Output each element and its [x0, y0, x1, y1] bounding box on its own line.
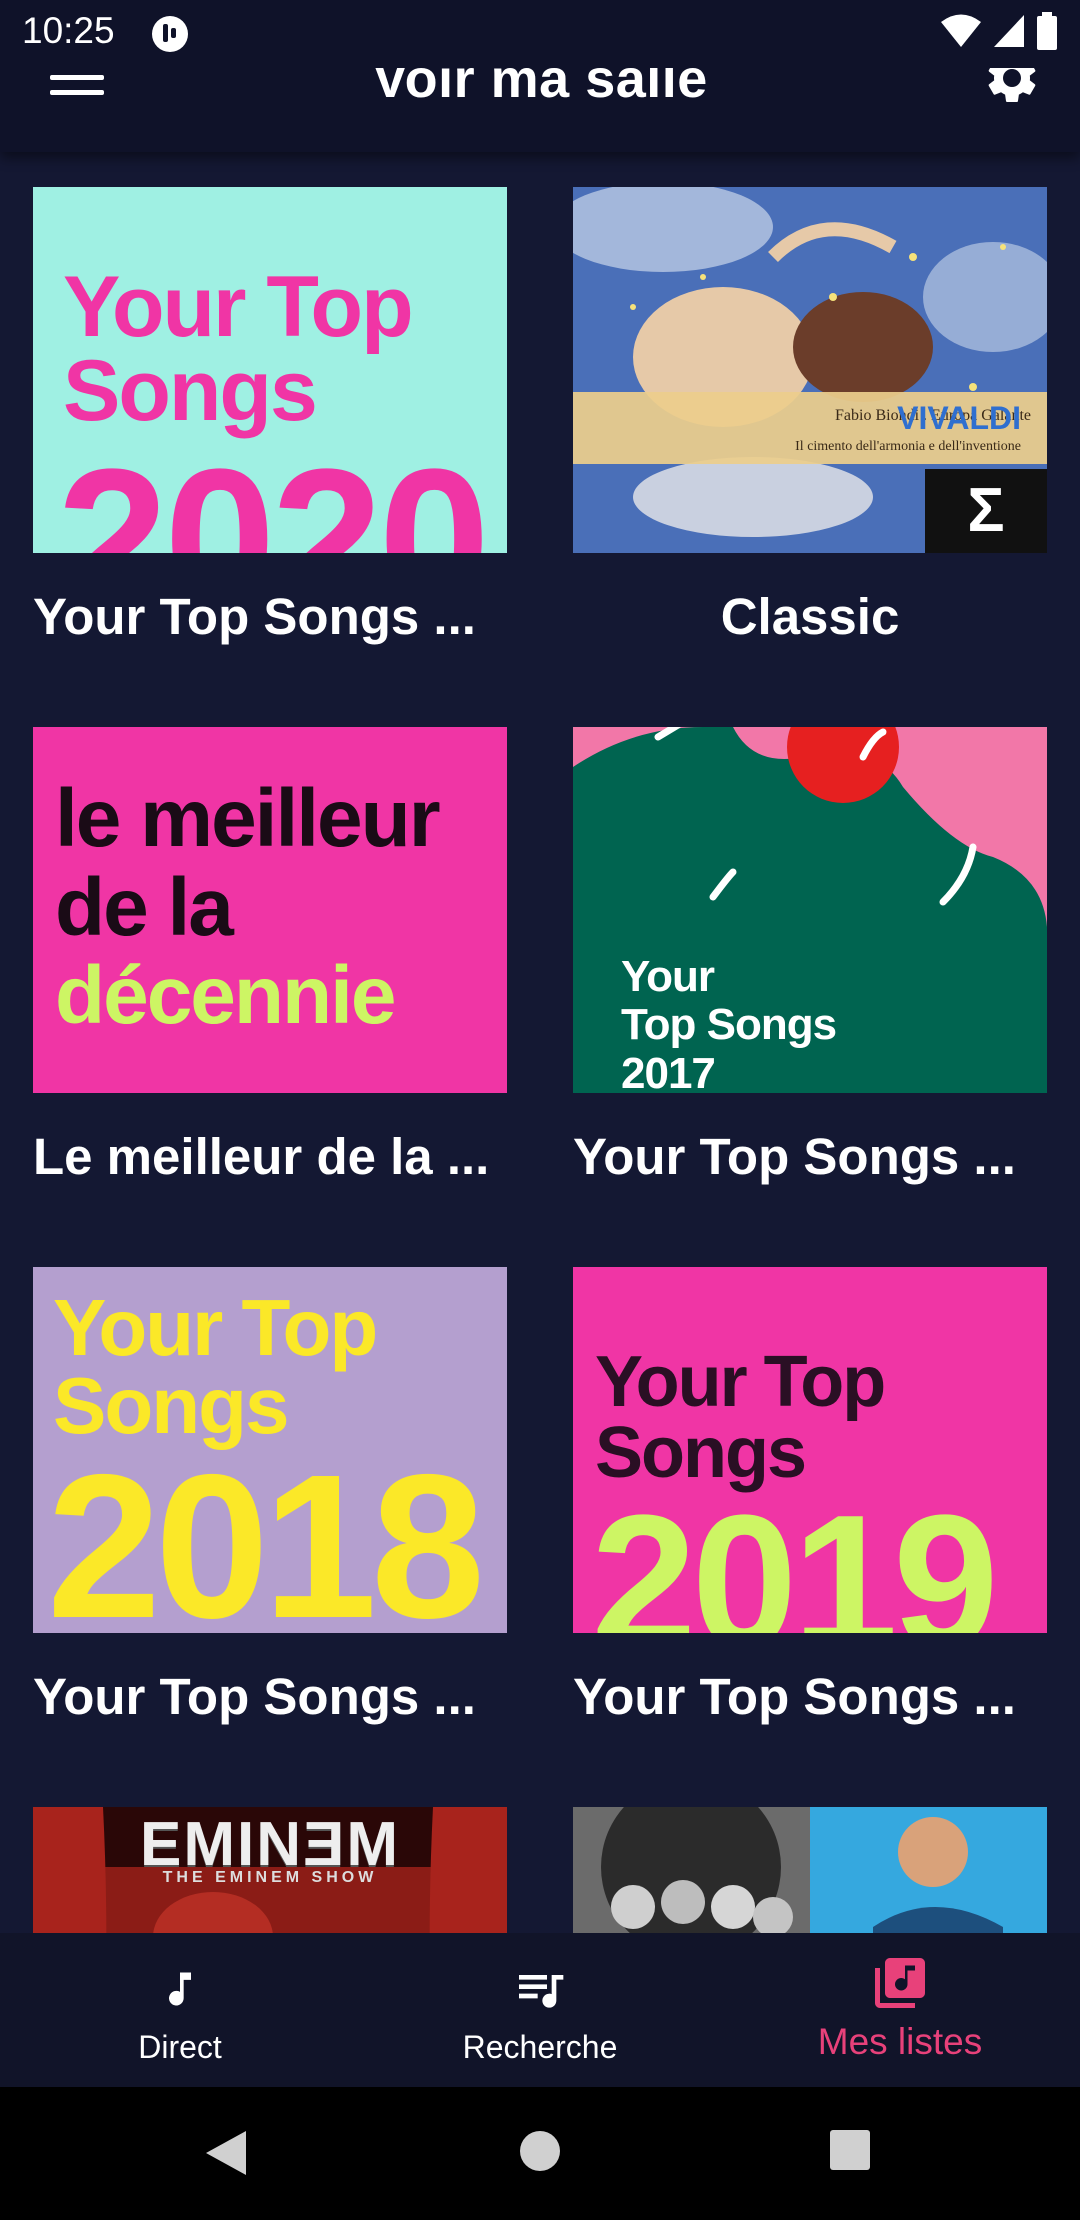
playlist-cover — [573, 1807, 1047, 1933]
cover-text-line: le meilleur — [55, 773, 441, 864]
nav-label: Direct — [138, 2029, 222, 2065]
playlist-cover: Fabio Biondi . Europa Galante VIVALDI Il… — [573, 187, 1047, 553]
recents-icon[interactable] — [829, 2129, 871, 2171]
cell-signal-icon — [994, 15, 1024, 47]
playlist-title: Classic — [720, 588, 900, 645]
cover-year: 2020 — [57, 428, 490, 554]
back-icon[interactable] — [204, 2129, 248, 2177]
nav-label: Mes listes — [817, 2021, 983, 2062]
album-brand-text: VIVALDI — [897, 400, 1021, 436]
cover-year: 2018 — [47, 1432, 485, 1633]
playlist-cover: Your Top Songs 2019 — [573, 1267, 1047, 1633]
app-notification-icon — [152, 16, 188, 52]
playlist-title: Le meilleur de la ... — [33, 1128, 490, 1185]
playlist-card[interactable]: EMINƎM THE EMINEM SHOW — [33, 1807, 507, 1933]
playlist-title: Your Top Songs ... — [33, 588, 476, 645]
nav-mes-listes[interactable]: Mes listes — [720, 1933, 1080, 2087]
playlist-cover: Your Top Songs 2018 — [33, 1267, 507, 1633]
cover-text-line: Your Top — [53, 1283, 378, 1372]
home-icon[interactable] — [518, 2129, 562, 2173]
wifi-icon — [941, 14, 981, 47]
nav-direct[interactable]: Direct — [0, 1933, 360, 2087]
bottom-navigation: Direct Recherche Mes listes — [0, 1933, 1080, 2087]
playlist-card[interactable]: Fabio Biondi . Europa Galante VIVALDI Il… — [573, 187, 1047, 645]
playlist-title: Your Top Songs ... — [573, 1128, 1016, 1185]
battery-icon — [1037, 12, 1057, 50]
playlist-cover: EMINƎM THE EMINEM SHOW — [33, 1807, 507, 1933]
cover-text-line: Your — [621, 952, 715, 1001]
playlist-grid: Your Top Songs 2020 Your Top Songs ... F… — [0, 187, 1080, 1933]
playlist-cover: le meilleur de la décennie — [33, 727, 507, 1093]
cover-text-line: Songs — [63, 343, 318, 440]
queue-music-icon — [519, 1975, 564, 2008]
album-subtitle-text: THE EMINEM SHOW — [162, 1869, 378, 1886]
nav-recherche[interactable]: Recherche — [360, 1933, 720, 2087]
cover-text-line: Top Songs — [621, 1000, 837, 1050]
album-subtitle-text: Il cimento dell'armonia e dell'invention… — [795, 439, 1021, 454]
music-note-icon — [169, 1972, 191, 2006]
playlist-title: Your Top Songs ... — [573, 1668, 1016, 1725]
cover-text-highlight: décennie — [55, 950, 396, 1042]
status-bar: 10:25 — [0, 0, 1080, 68]
mosaic-cover — [573, 1807, 1047, 1933]
cover-text-line: 2017 — [621, 1048, 716, 1093]
label-logo: Σ — [925, 469, 1047, 553]
playlist-cover: Your Top Songs 2017 — [573, 727, 1047, 1093]
nav-label: Recherche — [462, 2029, 618, 2065]
playlist-card[interactable] — [573, 1807, 1047, 1933]
playlist-card[interactable]: le meilleur de la décennie Le meilleur d… — [33, 727, 507, 1185]
cover-text-line: Your Top — [63, 259, 414, 355]
playlist-card[interactable]: Your Top Songs 2017 Your Top Songs ... — [573, 727, 1047, 1185]
cover-text-line: de la — [55, 861, 234, 953]
playlist-cover: Your Top Songs 2020 — [33, 187, 507, 553]
cover-text-line: Your Top — [595, 1342, 886, 1422]
status-time: 10:25 — [22, 10, 115, 51]
playlist-card[interactable]: Your Top Songs 2020 Your Top Songs ... — [33, 187, 507, 645]
playlist-card[interactable]: Your Top Songs 2018 Your Top Songs ... — [33, 1267, 507, 1725]
playlist-title: Your Top Songs ... — [33, 1668, 476, 1725]
playlist-card[interactable]: Your Top Songs 2019 Your Top Songs ... — [573, 1267, 1047, 1725]
system-navigation-bar — [0, 2087, 1080, 2220]
cover-year: 2019 — [591, 1476, 999, 1633]
library-music-icon — [875, 1958, 925, 2008]
